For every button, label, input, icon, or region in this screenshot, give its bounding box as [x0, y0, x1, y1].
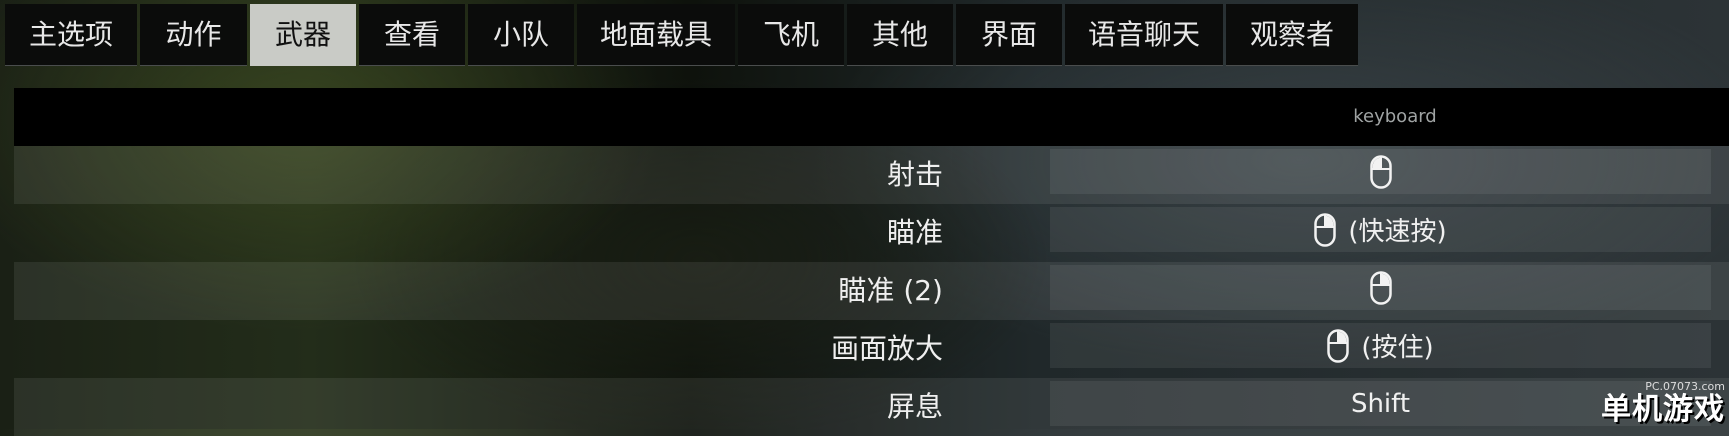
action-label: 瞄准 — [886, 216, 943, 249]
tab-bar: 主选项 动作 武器 查看 小队 地面载具 飞机 其他 界面 语音聊天 观察者 — [5, 4, 1358, 66]
key-binding-cell[interactable] — [1050, 149, 1711, 194]
mouse-right-button-icon — [1314, 212, 1337, 247]
table-row: 画面放大 (按住) — [14, 320, 1729, 378]
key-binding-cell[interactable] — [1050, 265, 1711, 310]
key-binding-text: (快速按) — [1348, 217, 1447, 247]
tab-voice-chat[interactable]: 语音聊天 — [1065, 4, 1223, 66]
tab-interface[interactable]: 界面 — [956, 4, 1062, 66]
table-header: keyboard — [14, 88, 1729, 146]
watermark: PC.07073.com 单机游戏 — [1601, 381, 1725, 427]
keyboard-column-header: keyboard — [1353, 106, 1437, 127]
tab-spectator[interactable]: 观察者 — [1226, 4, 1358, 66]
table-row: 屏息 Shift — [14, 378, 1729, 436]
key-binding-cell[interactable]: (快速按) — [1050, 207, 1711, 252]
action-label: 射击 — [886, 158, 943, 191]
action-label: 画面放大 — [830, 332, 943, 365]
tab-ground-vehicles[interactable]: 地面载具 — [577, 4, 735, 66]
table-row: 射击 — [14, 146, 1729, 204]
watermark-brand: 单机游戏 — [1601, 392, 1725, 427]
key-binding-text: Shift — [1350, 388, 1411, 419]
table-row: 瞄准 (快速按) — [14, 204, 1729, 262]
tab-squad[interactable]: 小队 — [468, 4, 574, 66]
tab-other[interactable]: 其他 — [847, 4, 953, 66]
mouse-right-button-icon — [1369, 270, 1392, 305]
mouse-right-button-icon — [1327, 328, 1350, 363]
key-binding-cell[interactable]: (按住) — [1050, 323, 1711, 368]
tab-weapons[interactable]: 武器 — [250, 4, 356, 66]
tab-view[interactable]: 查看 — [359, 4, 465, 66]
action-label: 瞄准 (2) — [838, 274, 943, 307]
keybinding-table: keyboard 射击 瞄准 (快速按) 瞄准 (2) 画面放大 (按住) 屏息… — [14, 88, 1729, 436]
table-row: 瞄准 (2) — [14, 262, 1729, 320]
action-label: 屏息 — [886, 390, 943, 423]
tab-main-options[interactable]: 主选项 — [5, 4, 137, 66]
tab-aircraft[interactable]: 飞机 — [738, 4, 844, 66]
mouse-left-button-icon — [1369, 154, 1392, 189]
tab-movement[interactable]: 动作 — [140, 4, 247, 66]
key-binding-text: (按住) — [1361, 333, 1434, 363]
